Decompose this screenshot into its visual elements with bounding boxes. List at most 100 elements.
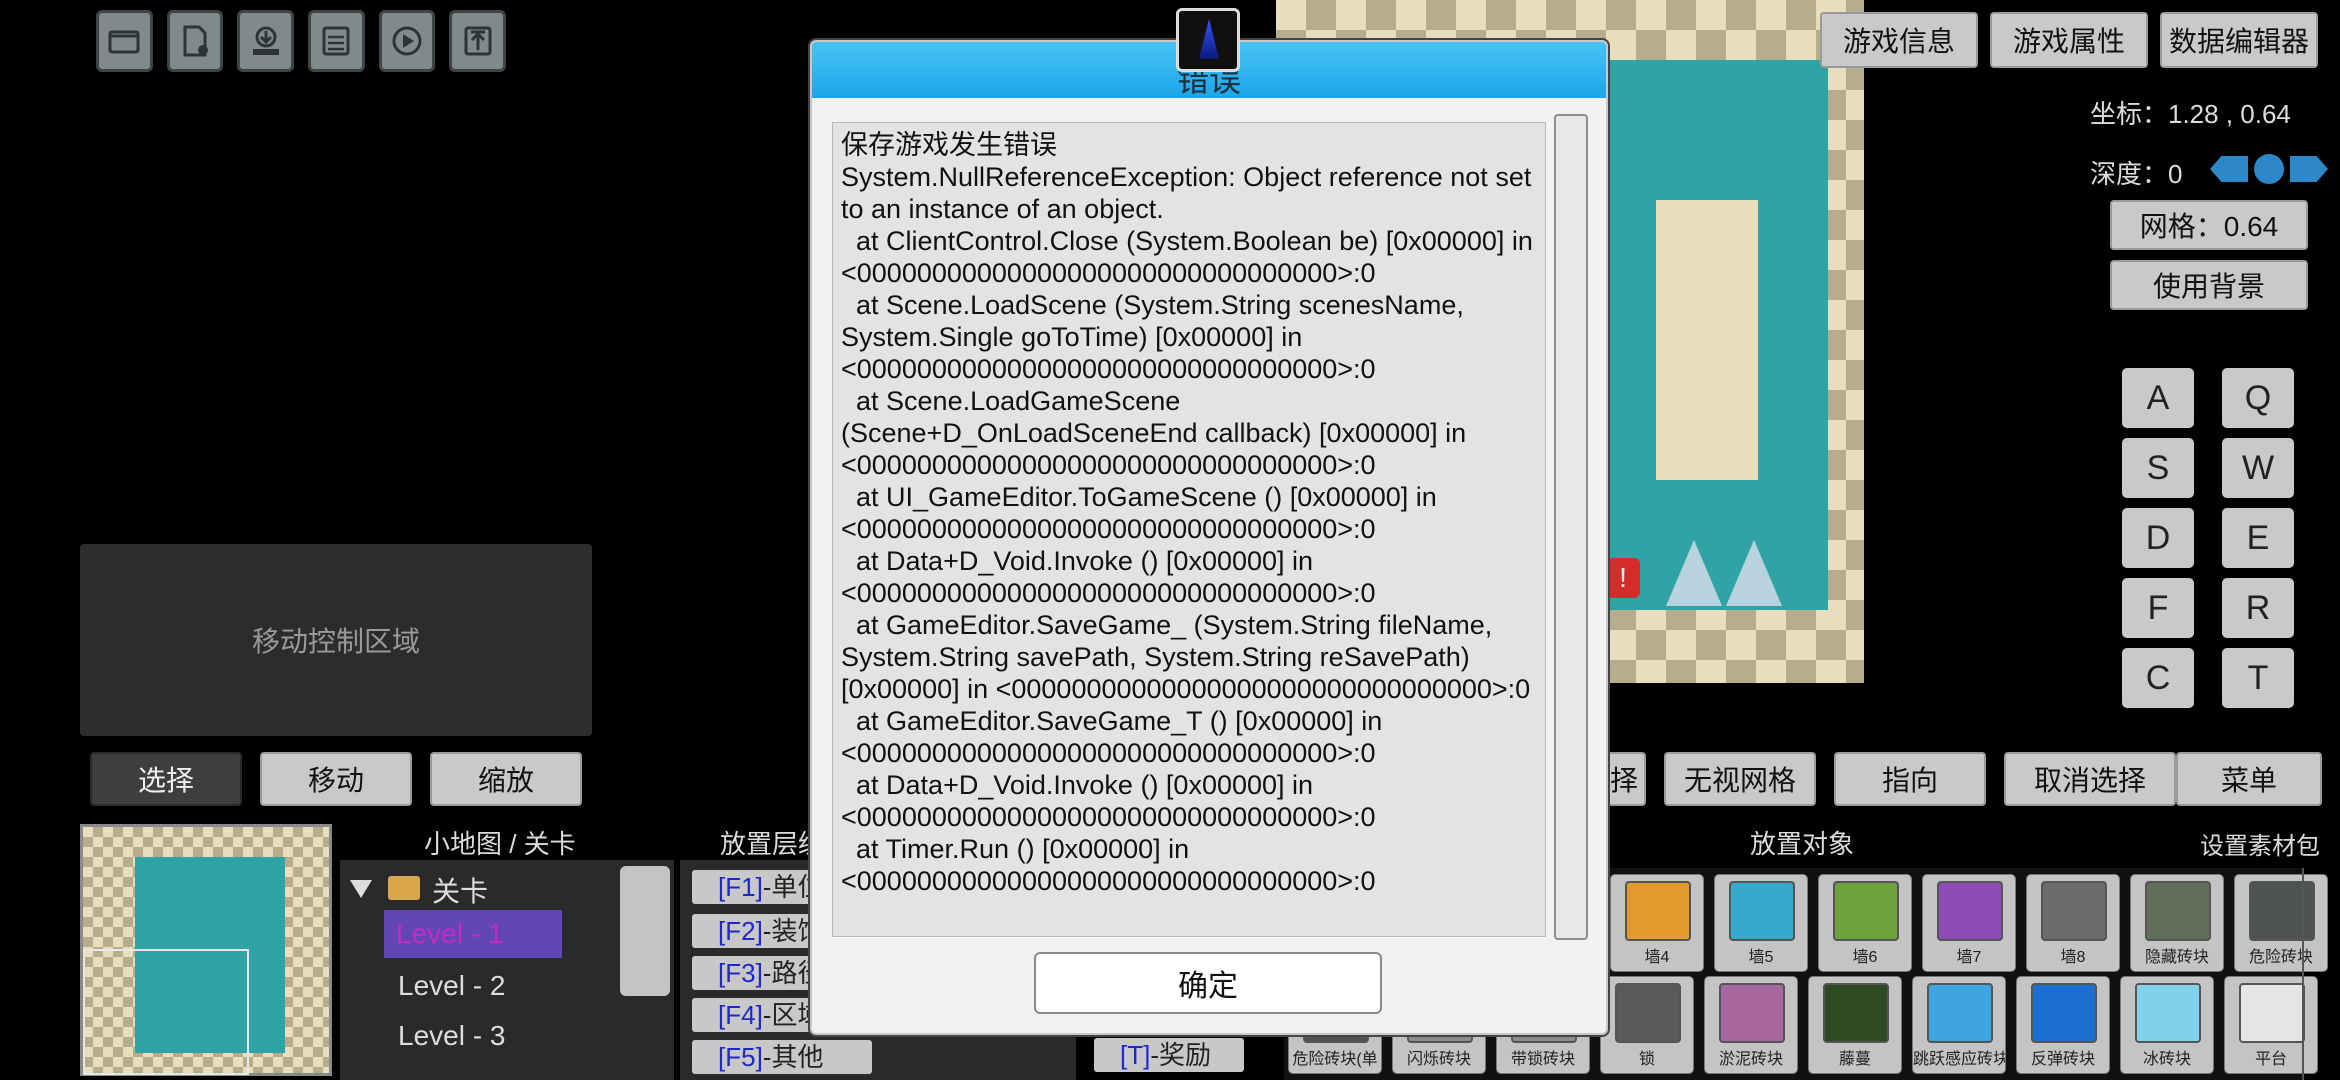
object-label: 墙6 (1852, 949, 1878, 966)
ignore-grid-button[interactable]: 无视网格 (1664, 752, 1816, 806)
object-tile[interactable]: 墙6 (1818, 874, 1912, 972)
move-control-label: 移动控制区域 (251, 626, 420, 657)
object-label: 冰砖块 (2142, 1051, 2191, 1068)
select-mode-button[interactable]: 选择 (90, 752, 242, 806)
object-label: 跳跃感应砖块 (1913, 1051, 2005, 1068)
layer-key: [F5] (718, 1042, 763, 1072)
object-tile[interactable]: 墙5 (1714, 874, 1808, 972)
object-label: 墙4 (1644, 949, 1670, 966)
object-swatch (1937, 881, 2003, 941)
folder-open-icon[interactable] (96, 10, 153, 72)
object-tile[interactable]: 墙8 (2026, 874, 2120, 972)
object-swatch (2239, 983, 2305, 1043)
object-tile[interactable]: 墙7 (1922, 874, 2016, 972)
level-item-selected[interactable]: Level - 1 (384, 910, 562, 958)
layer-key: [F1] (718, 872, 763, 902)
object-label: 墙5 (1748, 949, 1774, 966)
object-tile[interactable]: 危险砖块 (2234, 874, 2328, 972)
upload-icon[interactable] (449, 10, 507, 72)
object-tile[interactable]: 淤泥砖块 (1704, 976, 1798, 1074)
depth-knob[interactable] (2254, 154, 2284, 184)
object-tile[interactable]: 藤蔓 (1808, 976, 1902, 1074)
objects-scrollbar[interactable] (2302, 868, 2304, 1080)
key-r[interactable]: R (2222, 578, 2294, 638)
wall-block (1656, 200, 1758, 480)
layers-title: 放置层级 (720, 829, 810, 859)
level-item-label[interactable]: Level - 3 (398, 1020, 505, 1052)
object-tile[interactable]: 锁 (1600, 976, 1694, 1074)
minimap-viewport[interactable] (83, 949, 249, 1075)
object-swatch (1615, 983, 1681, 1043)
spike-icon (1666, 540, 1722, 606)
object-label: 危险砖块(单 (1292, 1051, 1378, 1068)
object-swatch (2145, 881, 2211, 941)
object-label: 带锁砖块 (1510, 1051, 1575, 1068)
expand-arrow-icon[interactable] (350, 880, 372, 898)
object-tile[interactable]: 隐藏砖块 (2130, 874, 2224, 972)
key-f[interactable]: F (2122, 578, 2194, 638)
game-properties-button[interactable]: 游戏属性 (1990, 12, 2148, 68)
import-icon[interactable] (237, 10, 295, 72)
layer-key: [F4] (718, 1000, 763, 1030)
grid-size-button[interactable]: 网格：0.64 (2110, 200, 2308, 250)
key-s[interactable]: S (2122, 438, 2194, 498)
key-d[interactable]: D (2122, 508, 2194, 568)
asset-pack-title[interactable]: 设置素材包 (2200, 826, 2320, 861)
play-icon[interactable] (378, 10, 436, 72)
key-a[interactable]: A (2122, 368, 2194, 428)
depth-left-arrow-icon[interactable] (2210, 156, 2248, 182)
level-item-label[interactable]: Level - 2 (398, 970, 505, 1002)
objects-title: 放置对象 (1750, 829, 1855, 859)
key-q[interactable]: Q (2222, 368, 2294, 428)
object-tile[interactable]: 跳跃感应砖块 (1912, 976, 2006, 1074)
data-editor-button[interactable]: 数据编辑器 (2160, 12, 2318, 68)
object-tile[interactable]: 反弹砖块 (2016, 976, 2110, 1074)
folder-icon (388, 876, 420, 900)
object-label: 锁 (1638, 1051, 1655, 1068)
key-c[interactable]: C (2122, 648, 2194, 708)
scale-mode-button[interactable]: 缩放 (430, 752, 582, 806)
error-dialog: 错误 保存游戏发生错误 System.NullReferenceExceptio… (810, 40, 1608, 1035)
message-scrollbar[interactable] (1554, 114, 1588, 940)
use-background-button[interactable]: 使用背景 (2110, 260, 2308, 310)
ok-button[interactable]: 确定 (1034, 952, 1382, 1014)
object-swatch (2031, 983, 2097, 1043)
depth-slider[interactable] (2210, 152, 2328, 186)
object-tile[interactable]: 墙4 (1610, 874, 1704, 972)
move-mode-button[interactable]: 移动 (260, 752, 412, 806)
deselect-button[interactable]: 取消选择 (2004, 752, 2176, 806)
object-tile[interactable]: 冰砖块 (2120, 976, 2214, 1074)
layer-sub-panel (880, 1036, 1076, 1080)
object-swatch (2249, 881, 2315, 941)
level-tree-scrollbar[interactable] (620, 866, 670, 996)
object-label: 墙7 (1956, 949, 1982, 966)
minimap[interactable] (80, 824, 332, 1076)
point-button[interactable]: 指向 (1834, 752, 1986, 806)
game-info-button[interactable]: 游戏信息 (1820, 12, 1978, 68)
object-label: 闪烁砖块 (1406, 1051, 1471, 1068)
key-e[interactable]: E (2222, 508, 2294, 568)
layer-reward[interactable]: [T]-奖励 (1094, 1038, 1244, 1072)
warning-icon: ! (1606, 558, 1640, 598)
move-control-area[interactable]: 移动控制区域 (80, 544, 592, 736)
coordinates-readout: 坐标：1.28 , 0.64 (2090, 99, 2291, 129)
layer-other[interactable]: [F5]-其他 (692, 1040, 872, 1074)
save-icon[interactable] (308, 10, 365, 72)
key-w[interactable]: W (2222, 438, 2294, 498)
key-t[interactable]: T (2222, 648, 2294, 708)
object-swatch (1625, 881, 1691, 941)
object-swatch (1833, 881, 1899, 941)
object-swatch (2041, 881, 2107, 941)
depth-readout: 深度：0 (2090, 159, 2183, 189)
depth-right-arrow-icon[interactable] (2290, 156, 2328, 182)
object-label: 墙8 (2060, 949, 2086, 966)
object-swatch (1927, 983, 1993, 1043)
app-logo-icon (1176, 8, 1240, 72)
new-file-icon[interactable] (166, 10, 224, 72)
object-swatch (1719, 983, 1785, 1043)
menu-button[interactable]: 菜单 (2176, 752, 2322, 806)
minimap-title: 小地图 / 关卡 (424, 829, 576, 859)
error-message-box[interactable]: 保存游戏发生错误 System.NullReferenceException: … (832, 122, 1546, 937)
level-root-label[interactable]: 关卡 (432, 870, 488, 910)
file-toolbar (96, 10, 507, 72)
